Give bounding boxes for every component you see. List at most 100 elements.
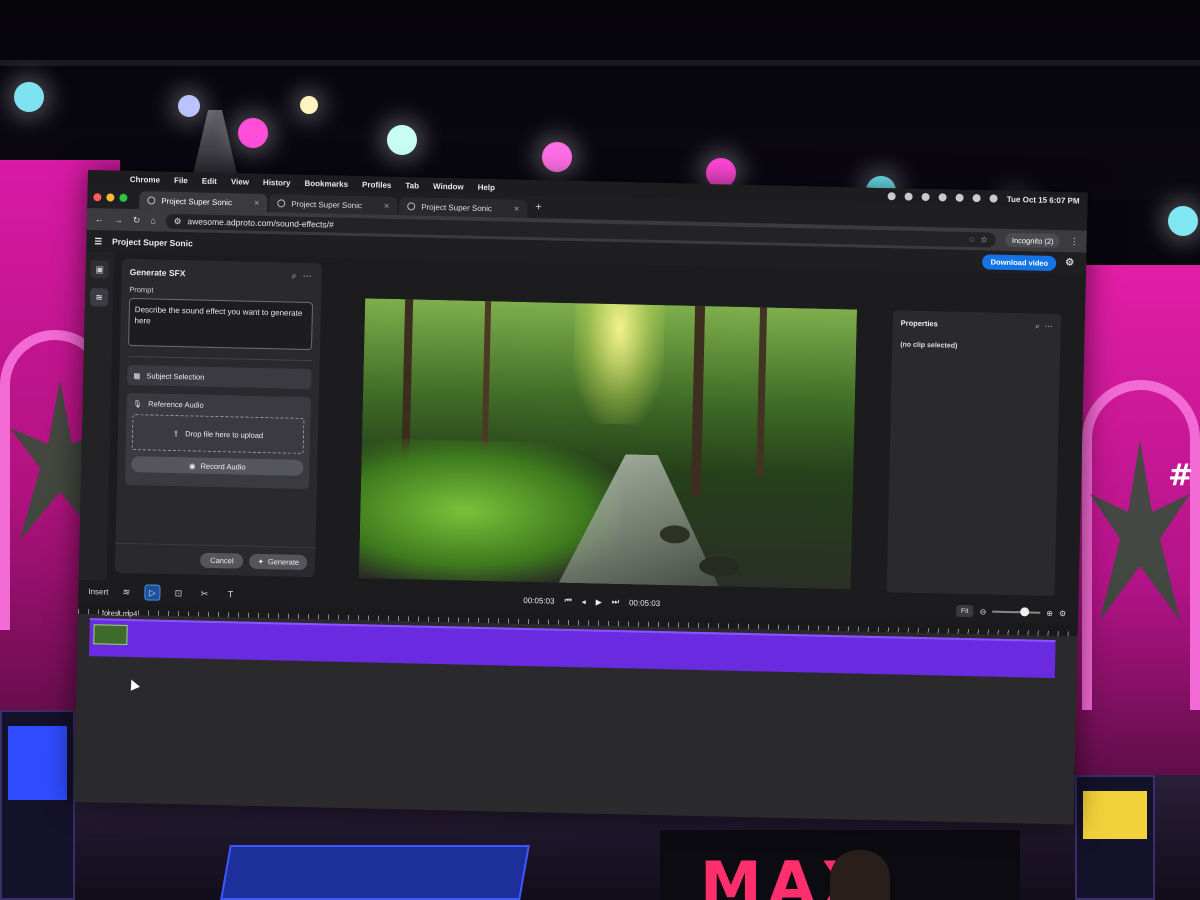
sparkle-icon: ✦ <box>257 556 264 567</box>
insert-label: Insert <box>88 586 109 597</box>
tab-title: Project Super Sonic <box>291 199 363 210</box>
skip-forward-icon[interactable]: ⏭ <box>612 597 619 607</box>
zoom-in-icon[interactable]: ⊕ <box>1046 608 1053 617</box>
panel-divider <box>127 355 312 362</box>
skip-back-icon[interactable]: ⏮ <box>564 596 571 606</box>
stage-light <box>178 95 200 117</box>
total-time: 00:05:03 <box>628 597 661 608</box>
subject-selection-section[interactable]: ▦ Subject Selection <box>127 364 312 390</box>
minimize-window-button[interactable] <box>106 193 115 202</box>
menu-history[interactable]: History <box>263 177 291 187</box>
forward-arrow-icon[interactable]: → <box>114 215 123 225</box>
status-icon[interactable] <box>887 192 896 201</box>
effects-tool-icon[interactable]: ✂ <box>196 586 212 602</box>
menubar-status-area: Tue Oct 15 6:07 PM <box>887 192 1088 206</box>
bookmark-star-icon[interactable]: ☆ <box>980 234 988 245</box>
status-icon[interactable] <box>904 192 913 201</box>
rock <box>698 555 740 577</box>
hide-icon[interactable]: ◌ <box>969 234 974 244</box>
zoom-slider-handle[interactable] <box>1020 607 1030 617</box>
menu-window[interactable]: Window <box>433 181 464 191</box>
prompt-label: Prompt <box>129 284 154 295</box>
close-tab-icon[interactable]: × <box>254 198 259 208</box>
generate-sfx-panel: Generate SFX ⌕ ⋯ Prompt Describe the sou… <box>114 258 322 578</box>
panel-footer: Cancel ✦ Generate <box>114 542 316 578</box>
select-tool-icon[interactable]: ▷ <box>144 584 161 601</box>
browser-menu-icon[interactable]: ⋮ <box>1070 236 1079 247</box>
settings-gear-icon[interactable]: ⚙ <box>1065 257 1074 268</box>
rock <box>659 525 691 544</box>
zoom-slider[interactable] <box>992 607 1041 617</box>
browser-tab[interactable]: Project Super Sonic × <box>399 197 528 218</box>
properties-panel: Properties ⌕ ⋯ (no clip selected) <box>886 310 1061 597</box>
dropzone-label: Drop file here to upload <box>185 428 264 440</box>
audio-dropzone[interactable]: ⇪ Drop file here to upload <box>131 414 305 454</box>
record-audio-label: Record Audio <box>200 461 246 472</box>
zoom-window-button[interactable] <box>119 193 128 202</box>
reference-audio-header[interactable]: 🎙 Reference Audio <box>133 399 305 412</box>
close-window-button[interactable] <box>93 193 102 202</box>
menu-file[interactable]: File <box>174 175 188 184</box>
reload-icon[interactable]: ↻ <box>133 215 141 226</box>
new-tab-button[interactable]: + <box>529 201 548 213</box>
menu-tab[interactable]: Tab <box>405 181 419 190</box>
media-library-icon[interactable]: ▣ <box>90 260 109 279</box>
menu-profiles[interactable]: Profiles <box>362 180 392 190</box>
more-options-icon[interactable]: ⋯ <box>1045 322 1053 332</box>
lighting-truss <box>0 60 1200 66</box>
clip-filename: forest.mp4 <box>101 608 138 619</box>
url-text: awesome.adproto.com/sound-effects/# <box>187 216 334 230</box>
playback-controls: 00:05:03 ⏮ ◂ ▶ ⏭ 00:05:03 <box>523 595 660 608</box>
panel-tools: ⌕ ⋯ <box>291 271 311 282</box>
timeline-settings-icon[interactable]: ⚙ <box>1059 609 1066 618</box>
step-back-icon[interactable]: ◂ <box>582 597 586 606</box>
record-audio-button[interactable]: ◉ Record Audio <box>131 456 304 476</box>
subject-selection-label: Subject Selection <box>146 370 205 382</box>
crop-tool-icon[interactable]: ⊡ <box>170 585 186 601</box>
zoom-out-icon[interactable]: ⊖ <box>980 607 987 616</box>
close-tab-icon[interactable]: × <box>384 201 389 211</box>
fit-dropdown[interactable]: Fit <box>955 604 974 618</box>
search-icon[interactable]: ⌕ <box>1035 322 1040 332</box>
tab-title: Project Super Sonic <box>421 202 493 213</box>
panel-title: Generate SFX <box>129 266 186 279</box>
back-arrow-icon[interactable]: ← <box>95 214 104 224</box>
wifi-icon[interactable] <box>972 194 981 203</box>
prompt-textarea[interactable]: Describe the sound effect you want to ge… <box>128 297 314 351</box>
search-icon[interactable]: ⌕ <box>291 271 296 282</box>
menu-bookmarks[interactable]: Bookmarks <box>304 178 348 188</box>
play-icon[interactable]: ▶ <box>596 597 602 606</box>
incognito-badge[interactable]: Incognito (2) <box>1005 232 1060 249</box>
hashtag-sign: # <box>1168 458 1194 493</box>
tab-favicon-icon <box>407 202 416 211</box>
cancel-button[interactable]: Cancel <box>200 552 244 569</box>
status-icon[interactable] <box>938 193 947 202</box>
menu-app-name[interactable]: Chrome <box>130 174 160 184</box>
menu-view[interactable]: View <box>231 177 249 186</box>
insert-audio-icon[interactable]: ≋ <box>118 584 134 600</box>
upload-cloud-icon: ⇪ <box>172 428 180 438</box>
more-options-icon[interactable]: ⋯ <box>303 271 312 282</box>
tab-favicon-icon <box>277 199 286 208</box>
stage-light <box>14 82 44 112</box>
browser-tab[interactable]: Project Super Sonic × <box>269 194 398 216</box>
timeline-tracks: forest.mp4 <box>73 608 1078 815</box>
sunlight-glow <box>572 303 666 426</box>
home-icon[interactable]: ⌂ <box>150 215 156 225</box>
menu-help[interactable]: Help <box>478 182 496 191</box>
text-tool-icon[interactable]: T <box>222 586 238 602</box>
hamburger-menu-icon[interactable]: ☰ <box>94 236 102 247</box>
close-tab-icon[interactable]: × <box>514 204 519 214</box>
browser-tab[interactable]: Project Super Sonic × <box>139 191 268 213</box>
generate-button[interactable]: ✦ Generate <box>249 553 308 571</box>
sound-waveform-icon[interactable]: ≋ <box>89 288 109 307</box>
battery-icon[interactable] <box>989 194 998 203</box>
video-preview[interactable] <box>358 298 858 590</box>
status-icon[interactable] <box>955 193 964 202</box>
menu-edit[interactable]: Edit <box>202 176 217 185</box>
menubar-clock[interactable]: Tue Oct 15 6:07 PM <box>1007 194 1080 205</box>
download-video-button[interactable]: Download video <box>982 254 1057 271</box>
properties-title: Properties <box>900 318 938 329</box>
status-icon[interactable] <box>921 192 930 202</box>
site-info-icon[interactable]: ⚙ <box>174 215 182 226</box>
